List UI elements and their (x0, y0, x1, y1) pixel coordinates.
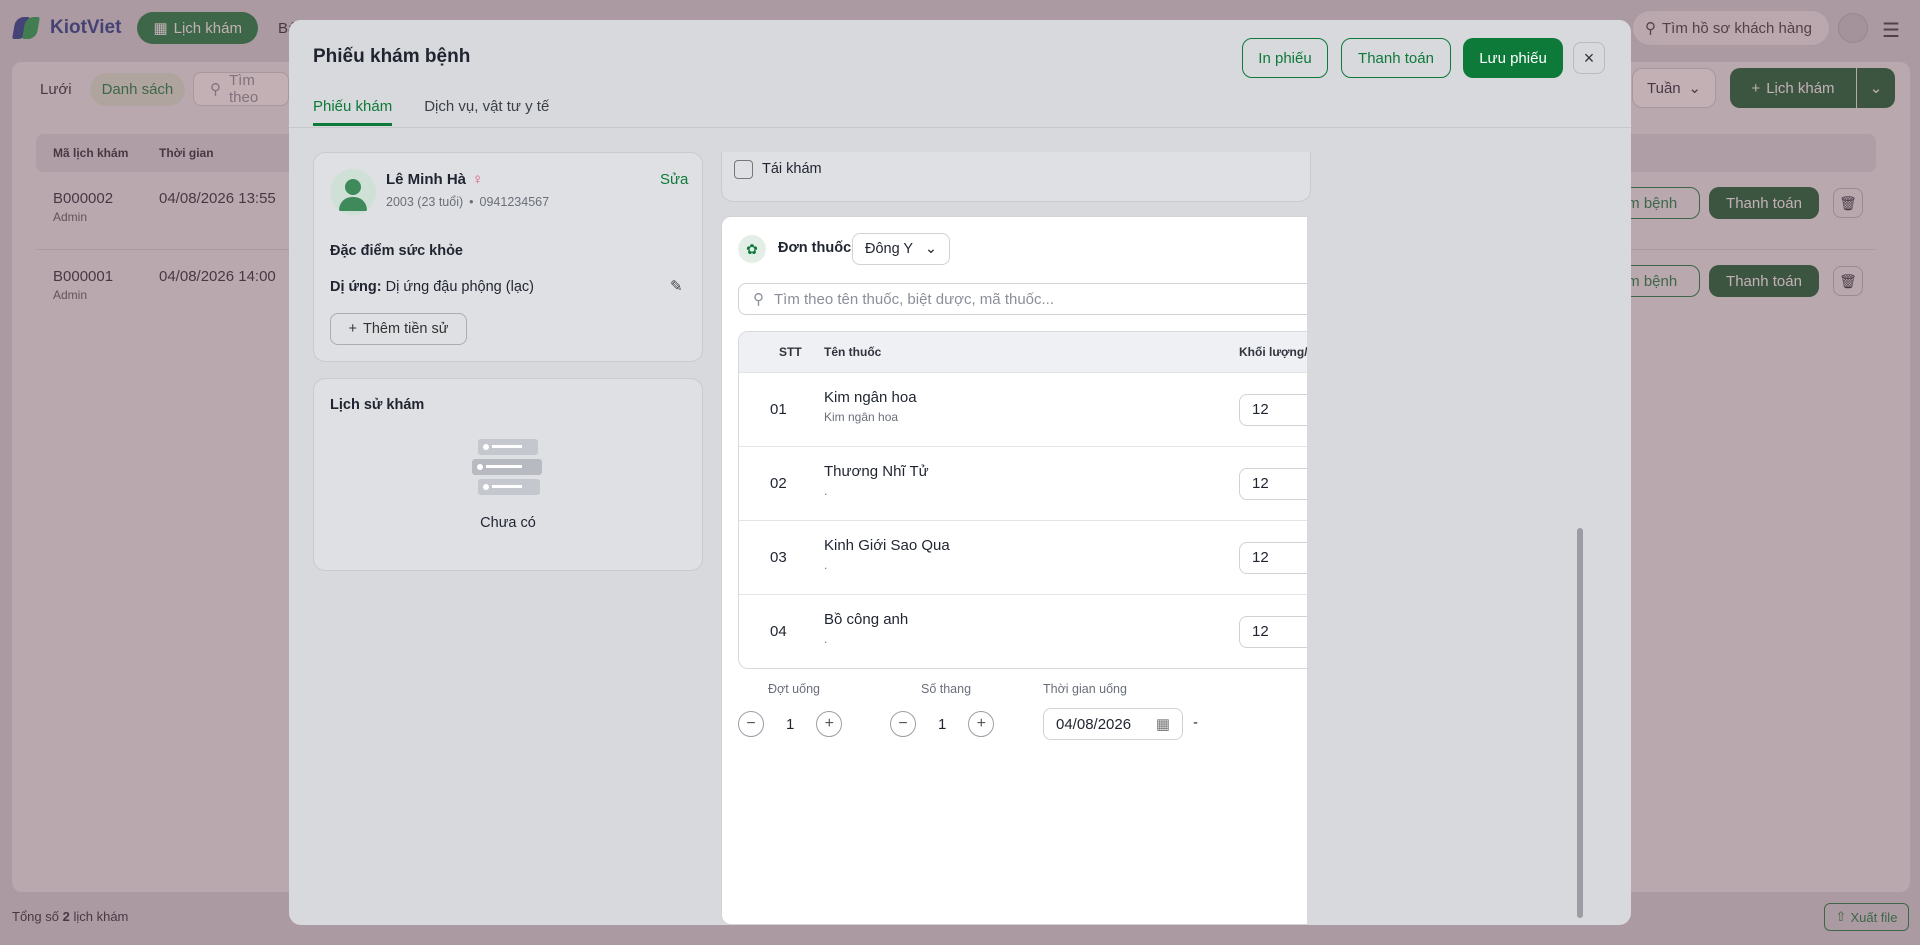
tab-services[interactable]: Dịch vụ, vật tư y tế (424, 98, 549, 126)
edit-patient-link[interactable]: Sửa (660, 171, 688, 188)
medicine-stt: 04 (770, 623, 787, 640)
medicine-search-placeholder: Tìm theo tên thuốc, biệt dược, mã thuốc.… (774, 290, 1055, 308)
quantity-input[interactable]: 12g (1239, 467, 1307, 500)
table-row[interactable]: 03 Kinh Giới Sao Qua . 12g 🗑 (739, 520, 1307, 594)
patient-meta: 2003 (23 tuổi) • 0941234567 (386, 195, 549, 209)
close-icon: × (1583, 47, 1595, 68)
minus-button[interactable]: − (738, 711, 764, 737)
medicine-table-header: STT Tên thuốc Khối lượng/Thang (739, 332, 1307, 372)
medicine-info: Kim ngân hoa Kim ngân hoa (824, 389, 917, 424)
minus-icon: − (746, 715, 756, 732)
allergy-value: Dị ứng đậu phộng (lạc) (385, 279, 534, 295)
tab-exam-form[interactable]: Phiếu khám (313, 98, 393, 126)
patient-name-row: Lê Minh Hà ♀ (386, 171, 483, 188)
medicine-subname: . (824, 558, 828, 572)
column-header: STT (779, 345, 802, 359)
empty-list-icon (470, 437, 546, 499)
table-row[interactable]: 02 Thương Nhĩ Tử . 12g 🗑 (739, 446, 1307, 520)
date-from-value: 04/08/2026 (1056, 715, 1132, 733)
medicine-subname: . (824, 632, 828, 646)
revisit-label: Tái khám (762, 161, 822, 177)
add-history-button[interactable]: + Thêm tiền sử (330, 313, 467, 345)
medicine-name: Bồ công anh (824, 611, 909, 628)
allergy-row: Dị ứng: Dị ứng đậu phộng (lạc) (330, 279, 534, 295)
quantity-value: 12 (1252, 475, 1269, 492)
medicine-info: Bồ công anh . (824, 611, 908, 646)
minus-icon: − (898, 715, 908, 732)
add-history-label: Thêm tiền sử (363, 321, 449, 337)
revisit-card: Tái khám (721, 152, 1311, 202)
medicine-name: Kim ngân hoa (824, 389, 917, 406)
save-button[interactable]: Lưu phiếu (1463, 38, 1563, 78)
table-row[interactable]: 01 Kim ngân hoa Kim ngân hoa 12g 🗑 (739, 372, 1307, 446)
prescription-card: ✿ Đơn thuốc Đông Y ⌄ ⚲ Tìm theo tên thuốc… (721, 216, 1307, 925)
history-card: Lịch sử khám Chưa có (313, 378, 703, 571)
plus-icon: + (348, 321, 357, 337)
plus-button[interactable]: + (816, 711, 843, 737)
packs-value: 1 (938, 715, 947, 733)
history-title: Lịch sử khám (330, 397, 425, 413)
close-button[interactable]: × (1573, 42, 1605, 74)
column-header: Tên thuốc (824, 345, 882, 359)
scrollbar-thumb[interactable] (1577, 528, 1583, 918)
avatar (330, 169, 376, 215)
modal-tabs: Phiếu khám Dịch vụ, vật tư y tế (313, 98, 549, 126)
quantity-input[interactable]: 12g (1239, 615, 1307, 648)
dot-separator: • (469, 195, 474, 209)
plus-icon: + (824, 715, 835, 732)
packs-stepper: − 1 + (890, 711, 995, 737)
plus-icon: + (976, 715, 987, 732)
medicine-name: Kinh Giới Sao Qua (824, 537, 950, 554)
medicine-stt: 01 (770, 401, 787, 418)
date-from-input[interactable]: 04/08/2026 ▦ (1043, 708, 1183, 740)
chevron-down-icon: ⌄ (924, 241, 937, 257)
medicine-name: Thương Nhĩ Tử (824, 463, 929, 480)
medicine-subname: Kim ngân hoa (824, 410, 899, 424)
prescription-scroll: ✿ Đơn thuốc Đông Y ⌄ ⚲ Tìm theo tên thuốc… (721, 216, 1307, 925)
period-label: Thời gian uống (1043, 682, 1127, 696)
modal-title: Phiếu khám bệnh (313, 46, 471, 67)
dose-label: Đợt uống (768, 682, 820, 696)
table-row[interactable]: 04 Bồ công anh . 12g 🗑 (739, 594, 1307, 668)
herb-icon: ✿ (738, 235, 766, 263)
column-header: Khối lượng/Thang (1239, 345, 1307, 359)
female-icon: ♀ (472, 171, 484, 188)
modal-header: Phiếu khám bệnh In phiếu Thanh toán Lưu … (289, 20, 1631, 128)
prescription-type-select[interactable]: Đông Y ⌄ (852, 233, 950, 265)
medicine-stt: 02 (770, 475, 787, 492)
patient-phone: 0941234567 (479, 195, 550, 209)
plus-button[interactable]: + (968, 711, 995, 737)
prescription-title: Đơn thuốc (778, 240, 852, 256)
medicine-search-input[interactable]: ⚲ Tìm theo tên thuốc, biệt dược, mã thuố… (738, 283, 1307, 315)
search-icon: ⚲ (753, 291, 764, 308)
medicine-table: STT Tên thuốc Khối lượng/Thang 01 Kim ng… (738, 331, 1307, 669)
patient-name: Lê Minh Hà (386, 171, 467, 188)
exam-form-modal: Phiếu khám bệnh In phiếu Thanh toán Lưu … (289, 20, 1631, 925)
quantity-value: 12 (1252, 623, 1269, 640)
quantity-input[interactable]: 12g (1239, 541, 1307, 574)
quantity-value: 12 (1252, 549, 1269, 566)
medicine-stt: 03 (770, 549, 787, 566)
allergy-label: Dị ứng: (330, 279, 382, 295)
medicine-info: Thương Nhĩ Tử . (824, 463, 929, 498)
pay-button[interactable]: Thanh toán (1341, 38, 1451, 78)
quantity-value: 12 (1252, 401, 1269, 418)
dose-stepper: − 1 + (738, 711, 843, 737)
packs-label: Số thang (921, 682, 972, 696)
calendar-icon: ▦ (1155, 716, 1170, 733)
quantity-input[interactable]: 12g (1239, 393, 1307, 426)
revisit-checkbox[interactable] (734, 160, 753, 179)
medicine-subname: . (824, 484, 828, 498)
minus-button[interactable]: − (890, 711, 916, 737)
date-separator: - (1193, 714, 1198, 731)
history-empty-text: Chưa có (480, 515, 536, 531)
print-button[interactable]: In phiếu (1242, 38, 1328, 78)
patient-card: Lê Minh Hà ♀ 2003 (23 tuổi) • 0941234567… (313, 152, 703, 362)
health-title: Đặc điểm sức khỏe (330, 243, 463, 259)
patient-birth: 2003 (23 tuổi) (386, 195, 464, 209)
edit-icon[interactable]: ✎ (670, 277, 683, 295)
prescription-type-value: Đông Y (865, 241, 914, 257)
dose-value: 1 (786, 715, 795, 733)
medicine-info: Kinh Giới Sao Qua . (824, 537, 950, 572)
